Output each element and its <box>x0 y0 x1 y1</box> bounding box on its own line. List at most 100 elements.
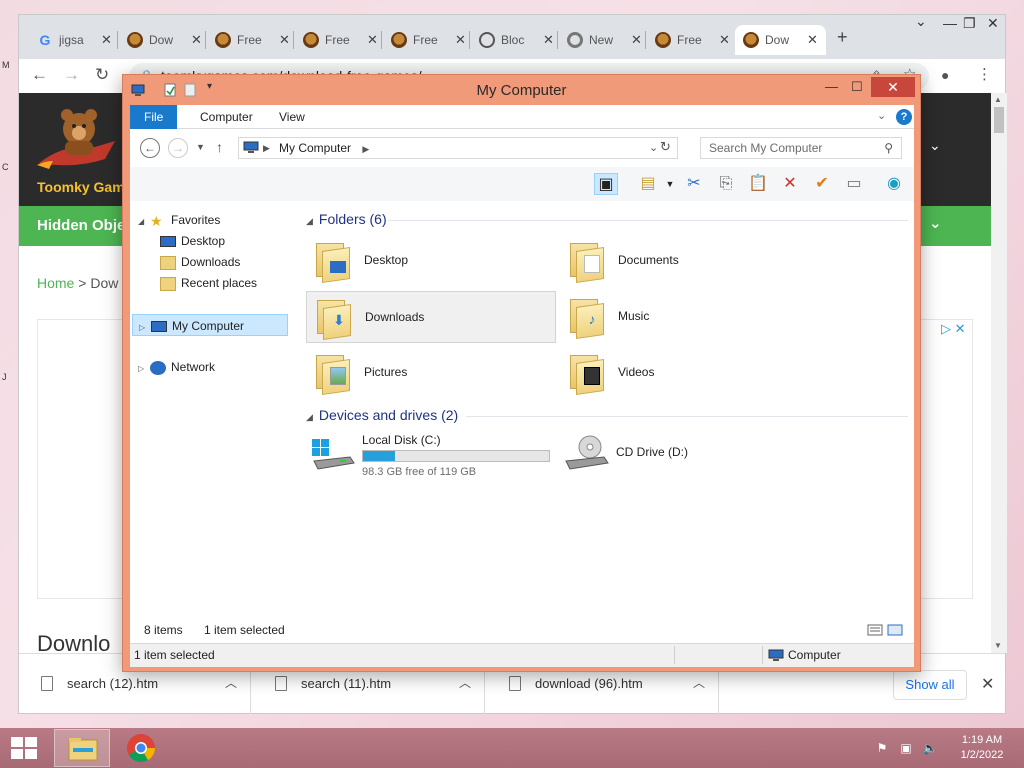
refresh-icon[interactable]: ↻ <box>660 139 671 155</box>
nav-downloads[interactable]: Downloads <box>160 251 240 273</box>
nav-recent-places[interactable]: Recent places <box>160 272 257 294</box>
chevron-down-icon[interactable]: ▼ <box>658 173 682 195</box>
checkmark-icon[interactable]: ✔ <box>810 173 834 195</box>
close-icon[interactable]: ✕ <box>981 674 994 694</box>
folder-downloads[interactable]: ⬇ Downloads <box>306 291 556 343</box>
chevron-up-icon[interactable]: ︿ <box>225 674 237 691</box>
folder-videos[interactable]: Videos <box>560 347 810 399</box>
drives-group-header[interactable]: ◢ Devices and drives (2) <box>306 407 458 423</box>
chevron-down-icon[interactable]: ⌄ <box>929 214 942 232</box>
nav-favorites[interactable]: ◢ ★ Favorites <box>138 209 220 231</box>
browser-tab[interactable]: Free ✕ <box>383 25 474 55</box>
system-clock[interactable]: 1:19 AM 1/2/2022 <box>950 733 1014 763</box>
nav-desktop[interactable]: Desktop <box>160 230 225 252</box>
chevron-down-icon[interactable]: ⌄ <box>649 138 658 158</box>
close-icon[interactable]: ✕ <box>191 32 202 48</box>
folder-desktop[interactable]: Desktop <box>306 235 556 287</box>
folder-documents[interactable]: Documents <box>560 235 810 287</box>
close-icon[interactable]: ✕ <box>719 32 730 48</box>
action-center-flag-icon[interactable]: ⚑ <box>874 740 890 756</box>
collapse-triangle-icon[interactable]: ◢ <box>306 216 313 226</box>
up-arrow-icon[interactable]: ↑ <box>216 139 223 155</box>
globe-icon[interactable]: ◉ <box>882 173 906 195</box>
scroll-down-icon[interactable]: ▼ <box>994 641 1002 650</box>
profile-icon[interactable]: ● <box>941 67 949 83</box>
close-icon[interactable]: ✕ <box>631 32 642 48</box>
folder-check-icon[interactable]: ▤ <box>636 173 660 195</box>
site-logo-text[interactable]: Toomky Gam <box>37 179 125 195</box>
browser-tab[interactable]: G jigsa ✕ <box>29 25 120 55</box>
tab-view[interactable]: View <box>265 105 319 129</box>
nav-my-computer[interactable]: ▷ My Computer <box>132 314 288 336</box>
browser-tab[interactable]: Bloc ✕ <box>471 25 562 55</box>
show-all-button[interactable]: Show all <box>893 670 967 700</box>
minimize-icon[interactable]: — <box>943 15 957 31</box>
chevron-down-icon[interactable]: ⌄ <box>929 137 941 154</box>
close-icon[interactable]: ✕ <box>101 32 112 48</box>
paste-icon[interactable]: 📋 <box>746 173 770 195</box>
breadcrumb-chevron-icon[interactable]: ▶ <box>362 144 369 154</box>
browser-tab[interactable]: New ✕ <box>559 25 650 55</box>
collapse-triangle-icon[interactable]: ◢ <box>306 412 313 422</box>
chevron-down-icon[interactable]: ⌄ <box>915 13 927 30</box>
volume-muted-icon[interactable]: 🔈 <box>922 740 938 756</box>
copy-icon[interactable]: ⎘ <box>714 173 738 195</box>
chevron-down-icon[interactable]: ⌄ <box>877 109 886 122</box>
new-tab-plus-icon[interactable]: + <box>837 27 848 48</box>
network-icon[interactable]: ▣ <box>898 740 914 756</box>
drive-cd-d[interactable]: CD Drive (D:) <box>560 427 760 479</box>
expand-triangle-icon[interactable]: ▷ <box>139 317 151 339</box>
folders-group-header[interactable]: ◢ Folders (6) <box>306 211 387 227</box>
taskbar-file-explorer[interactable] <box>54 729 110 767</box>
folder-music[interactable]: ♪ Music <box>560 291 810 343</box>
close-icon[interactable]: ✕ <box>279 32 290 48</box>
browser-tab-active[interactable]: Dow ✕ <box>735 25 826 55</box>
tab-file[interactable]: File <box>130 105 178 129</box>
browser-tab[interactable]: Free ✕ <box>207 25 298 55</box>
chevron-up-icon[interactable]: ︿ <box>693 674 705 691</box>
ad-choices-icon[interactable]: ▷ ✕ <box>941 321 966 337</box>
address-field[interactable]: ▶ My Computer ▶ ⌄ <box>238 137 678 159</box>
forward-arrow-icon[interactable]: → <box>63 65 80 85</box>
menu-kebab-icon[interactable]: ⋮ <box>977 65 992 83</box>
expand-triangle-icon[interactable]: ◢ <box>138 211 150 233</box>
reload-icon[interactable]: ↻ <box>95 65 109 85</box>
view-toggle-icons[interactable] <box>866 623 906 637</box>
search-input[interactable]: Search My Computer ⚲ <box>700 137 902 159</box>
close-icon[interactable]: ✕ <box>871 77 915 97</box>
explorer-titlebar[interactable]: ▾ My Computer — ☐ ✕ <box>123 75 920 105</box>
browser-tab[interactable]: Free ✕ <box>295 25 386 55</box>
preview-pane-icon[interactable]: ▣ <box>594 173 618 195</box>
delete-icon[interactable]: ✕ <box>778 173 802 195</box>
browser-tab[interactable]: Free ✕ <box>647 25 738 55</box>
scroll-thumb[interactable] <box>994 107 1004 133</box>
close-icon[interactable]: ✕ <box>543 32 554 48</box>
close-icon[interactable]: ✕ <box>807 32 818 48</box>
close-icon[interactable]: ✕ <box>987 15 999 32</box>
drive-local-disk-c[interactable]: Local Disk (C:) 98.3 GB free of 119 GB <box>306 427 556 479</box>
close-icon[interactable]: ✕ <box>455 32 466 48</box>
minimize-icon[interactable]: — <box>825 79 838 94</box>
rename-icon[interactable]: ▭ <box>842 173 866 195</box>
tab-computer[interactable]: Computer <box>186 105 267 129</box>
recent-dropdown-icon[interactable]: ▼ <box>196 142 205 152</box>
taskbar-chrome[interactable] <box>114 729 170 767</box>
restore-icon[interactable]: ❐ <box>963 15 976 32</box>
scroll-up-icon[interactable]: ▲ <box>994 95 1002 104</box>
help-icon[interactable]: ? <box>896 109 912 125</box>
maximize-icon[interactable]: ☐ <box>851 79 863 95</box>
back-arrow-icon[interactable]: ← <box>140 138 160 158</box>
forward-arrow-icon[interactable]: → <box>168 138 188 158</box>
windows-start-icon[interactable] <box>10 736 38 760</box>
breadcrumb-home[interactable]: Home <box>37 275 74 291</box>
nav-network[interactable]: ▷ Network <box>138 356 215 378</box>
back-arrow-icon[interactable]: ← <box>31 65 48 85</box>
nav-link-hidden-object[interactable]: Hidden Obje <box>37 217 125 234</box>
close-icon[interactable]: ✕ <box>367 32 378 48</box>
expand-triangle-icon[interactable]: ▷ <box>138 358 150 380</box>
browser-tab[interactable]: Dow ✕ <box>119 25 210 55</box>
chevron-up-icon[interactable]: ︿ <box>459 674 471 691</box>
scissors-icon[interactable]: ✂ <box>682 173 706 195</box>
folder-pictures[interactable]: Pictures <box>306 347 556 399</box>
page-scrollbar[interactable]: ▲ ▼ <box>991 93 1007 653</box>
